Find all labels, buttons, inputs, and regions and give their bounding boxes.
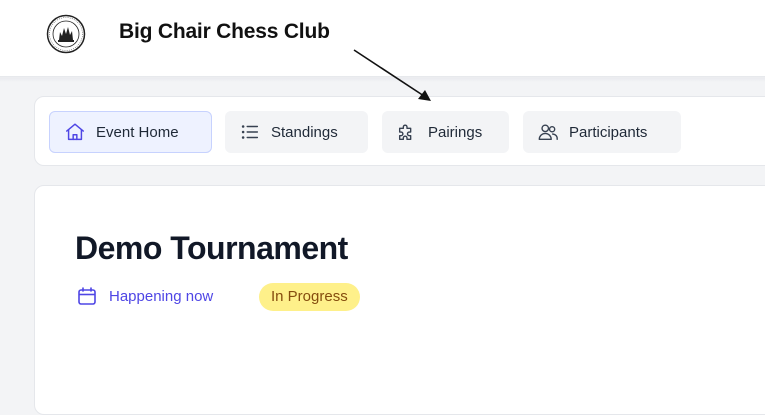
status-badge: In Progress [259, 283, 360, 311]
tab-pairings[interactable]: Pairings [382, 111, 509, 153]
home-icon [64, 121, 86, 143]
event-date: Happening now [109, 288, 214, 305]
tab-participants[interactable]: Participants [523, 111, 681, 153]
top-bar: Big Chair Chess Club [0, 0, 765, 78]
tab-event-home[interactable]: Event Home [49, 111, 212, 153]
club-logo[interactable] [46, 14, 86, 54]
list-icon [239, 121, 261, 143]
calendar-icon [78, 287, 96, 305]
club-name[interactable]: Big Chair Chess Club [119, 20, 330, 44]
event-nav: Event Home Standings Pairings Participan… [34, 96, 765, 166]
users-icon [537, 121, 559, 143]
tab-standings[interactable]: Standings [225, 111, 368, 153]
event-card: Demo Tournament Happening now In Progres… [34, 185, 765, 415]
top-bar-shadow [0, 76, 765, 82]
tab-label: Pairings [428, 123, 483, 141]
tab-label: Standings [271, 123, 338, 141]
puzzle-icon [396, 121, 418, 143]
tab-label: Event Home [96, 123, 179, 141]
page-title: Demo Tournament [75, 230, 348, 266]
tab-label: Participants [569, 123, 648, 141]
